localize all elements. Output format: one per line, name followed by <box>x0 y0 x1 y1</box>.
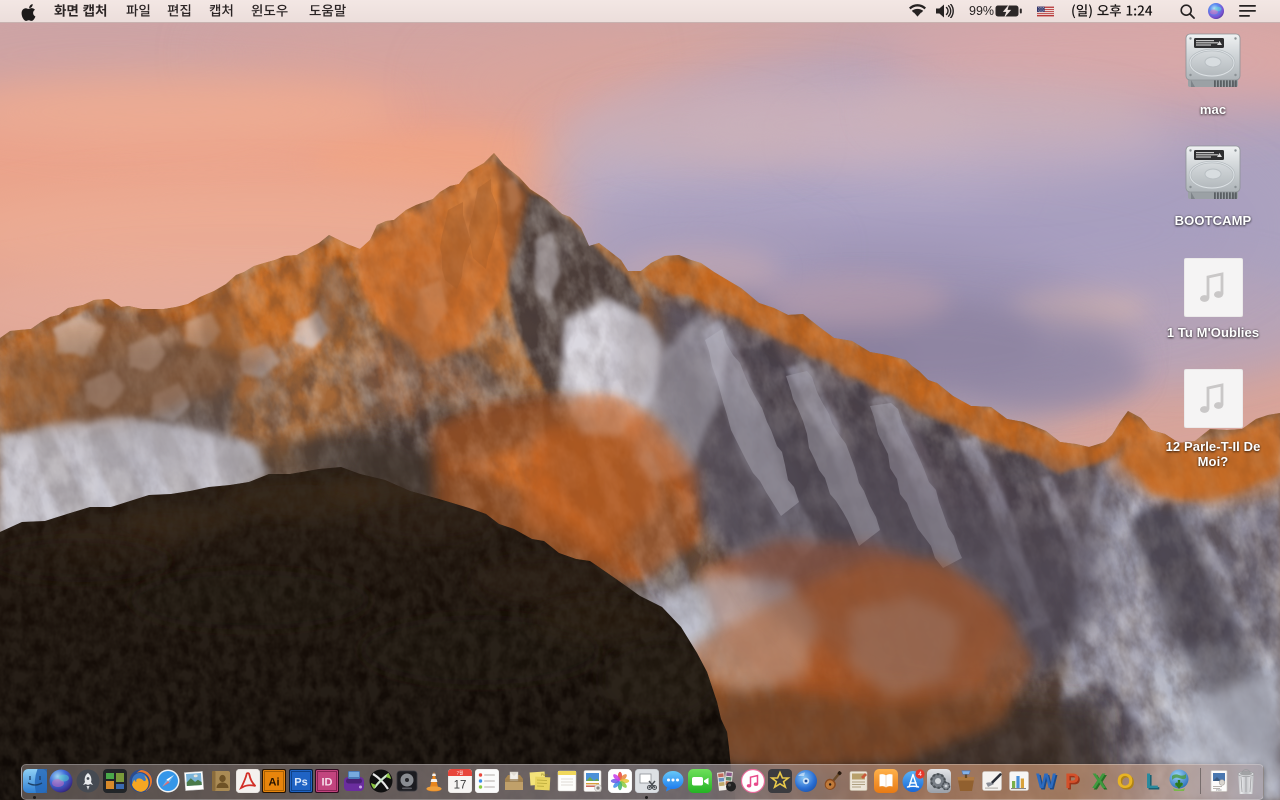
svg-text:Ps: Ps <box>294 777 307 789</box>
svg-text:ID: ID <box>322 777 333 789</box>
svg-text:Ai: Ai <box>269 777 280 789</box>
svg-text:PDF: PDF <box>1216 788 1222 792</box>
svg-text:W: W <box>1036 770 1056 793</box>
svg-text:17: 17 <box>454 780 467 792</box>
svg-text:Plan: Plan <box>541 773 548 777</box>
svg-text:7월: 7월 <box>457 770 464 777</box>
svg-text:4: 4 <box>918 771 922 778</box>
svg-text:O: O <box>1117 770 1133 793</box>
svg-text:L: L <box>1146 770 1159 793</box>
svg-text:P: P <box>1065 770 1079 793</box>
svg-text:X: X <box>1092 770 1106 793</box>
